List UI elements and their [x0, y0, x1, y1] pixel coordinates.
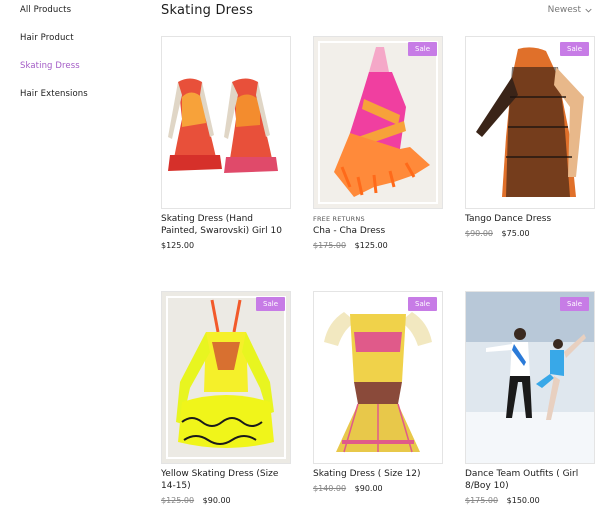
product-price: $90.00: [202, 496, 231, 505]
product-price: $125.00: [354, 241, 388, 250]
product-card[interactable]: Sale Dance Team Outfits ( Girl 8/Boy 10)…: [465, 291, 595, 505]
sale-badge: Sale: [560, 42, 589, 56]
sidebar-item-all-products[interactable]: All Products: [20, 4, 140, 28]
product-image[interactable]: Sale: [313, 291, 443, 464]
category-sidebar: All Products Hair Product Skating Dress …: [20, 0, 140, 112]
price-row: $140.00 $90.00: [313, 484, 443, 493]
original-price: $175.00: [313, 241, 347, 250]
product-card[interactable]: Sale Skating Dress ( Size 12) $140.00 $9…: [313, 291, 443, 493]
product-card[interactable]: Sale Yellow Skating Dress (Size 14-15) $…: [161, 291, 291, 505]
sort-dropdown[interactable]: Newest: [548, 5, 592, 15]
cha-cha-dress-image: [314, 37, 442, 208]
sale-badge: Sale: [560, 297, 589, 311]
sidebar-item-hair-product[interactable]: Hair Product: [20, 32, 140, 56]
product-card[interactable]: Sale FREE RETURNS Cha - Cha Dress $175.0…: [313, 36, 443, 250]
product-price: $75.00: [501, 229, 530, 238]
product-name[interactable]: Tango Dance Dress: [465, 213, 595, 225]
product-image[interactable]: Sale: [465, 291, 595, 464]
product-image[interactable]: Sale: [161, 291, 291, 464]
product-image[interactable]: Sale: [465, 36, 595, 209]
price-row: $125.00: [161, 241, 291, 250]
product-name[interactable]: Dance Team Outfits ( Girl 8/Boy 10): [465, 468, 595, 492]
original-price: $175.00: [465, 496, 499, 505]
product-name[interactable]: Skating Dress ( Size 12): [313, 468, 443, 480]
product-ribbon: FREE RETURNS: [313, 215, 365, 223]
product-name[interactable]: Yellow Skating Dress (Size 14-15): [161, 468, 291, 492]
original-price: $90.00: [465, 229, 493, 238]
product-image[interactable]: [161, 36, 291, 209]
price-row: $125.00 $90.00: [161, 496, 291, 505]
product-price: $125.00: [161, 241, 195, 250]
sort-label: Newest: [547, 5, 581, 15]
product-card[interactable]: Skating Dress (Hand Painted, Swarovski) …: [161, 36, 291, 250]
price-row: $90.00 $75.00: [465, 229, 595, 238]
sidebar-item-skating-dress[interactable]: Skating Dress: [20, 60, 140, 84]
product-image[interactable]: Sale: [313, 36, 443, 209]
tango-dress-image: [466, 37, 594, 208]
product-price: $90.00: [354, 484, 383, 493]
price-row: $175.00 $125.00: [313, 241, 443, 250]
chevron-down-icon: [585, 8, 592, 13]
dance-team-outfits-image: [466, 292, 594, 463]
price-row: $175.00 $150.00: [465, 496, 595, 505]
page-title: Skating Dress: [161, 3, 254, 18]
sale-badge: Sale: [408, 297, 437, 311]
original-price: $125.00: [161, 496, 195, 505]
product-name[interactable]: Skating Dress (Hand Painted, Swarovski) …: [161, 213, 291, 237]
yellow-skating-dress-image: [162, 292, 290, 463]
skating-dress-12-image: [314, 292, 442, 463]
sale-badge: Sale: [256, 297, 285, 311]
original-price: $140.00: [313, 484, 347, 493]
product-name[interactable]: Cha - Cha Dress: [313, 225, 443, 237]
sale-badge: Sale: [408, 42, 437, 56]
product-price: $150.00: [506, 496, 540, 505]
sidebar-item-hair-extensions[interactable]: Hair Extensions: [20, 88, 140, 112]
skating-dress-image: [162, 37, 290, 208]
product-card[interactable]: Sale Tango Dance Dress $90.00 $75.00: [465, 36, 595, 238]
